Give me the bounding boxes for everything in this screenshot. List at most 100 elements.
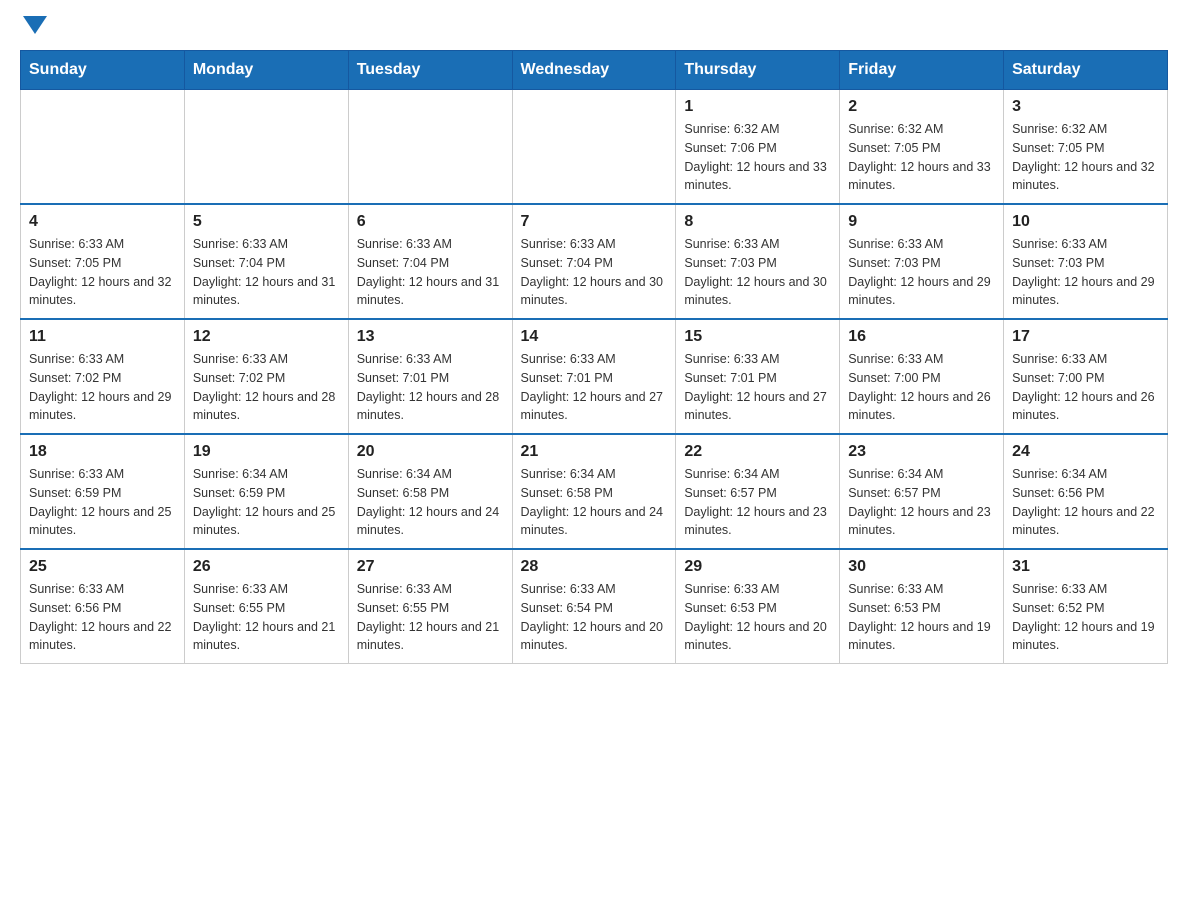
day-number: 16 bbox=[848, 328, 995, 346]
day-number: 1 bbox=[684, 98, 831, 116]
calendar-cell: 14Sunrise: 6:33 AMSunset: 7:01 PMDayligh… bbox=[512, 319, 676, 434]
calendar-cell: 8 Sunrise: 6:33 AMSunset: 7:03 PMDaylight… bbox=[676, 204, 840, 319]
calendar-cell: 10 Sunrise: 6:33 AMSunset: 7:03 PMDayligh… bbox=[1004, 204, 1168, 319]
day-info: Sunrise: 6:33 AMSunset: 7:01 PMDaylight:… bbox=[357, 350, 504, 425]
calendar-cell: 23 Sunrise: 6:34 AMSunset: 6:57 PMDayligh… bbox=[840, 434, 1004, 549]
page-header bbox=[20, 20, 1168, 30]
week-row-3: 11 Sunrise: 6:33 AMSunset: 7:02 PMDayligh… bbox=[21, 319, 1168, 434]
calendar-cell: 31 Sunrise: 6:33 AMSunset: 6:52 PMDayligh… bbox=[1004, 549, 1168, 664]
day-info: Sunrise: 6:33 AMSunset: 7:00 PMDaylight:… bbox=[1012, 350, 1159, 425]
day-info: Sunrise: 6:33 AMSunset: 7:03 PMDaylight:… bbox=[684, 235, 831, 310]
calendar-cell: 5 Sunrise: 6:33 AMSunset: 7:04 PMDaylight… bbox=[184, 204, 348, 319]
day-info: Sunrise: 6:33 AMSunset: 7:05 PMDaylight:… bbox=[29, 235, 176, 310]
day-number: 3 bbox=[1012, 98, 1159, 116]
day-info: Sunrise: 6:34 AMSunset: 6:58 PMDaylight:… bbox=[521, 465, 668, 540]
calendar-cell: 28 Sunrise: 6:33 AMSunset: 6:54 PMDayligh… bbox=[512, 549, 676, 664]
day-info: Sunrise: 6:34 AMSunset: 6:56 PMDaylight:… bbox=[1012, 465, 1159, 540]
day-info: Sunrise: 6:32 AMSunset: 7:05 PMDaylight:… bbox=[848, 120, 995, 195]
calendar-cell: 16 Sunrise: 6:33 AMSunset: 7:00 PMDayligh… bbox=[840, 319, 1004, 434]
day-info: Sunrise: 6:33 AMSunset: 6:52 PMDaylight:… bbox=[1012, 580, 1159, 655]
calendar-cell: 30Sunrise: 6:33 AMSunset: 6:53 PMDayligh… bbox=[840, 549, 1004, 664]
day-info: Sunrise: 6:32 AMSunset: 7:06 PMDaylight:… bbox=[684, 120, 831, 195]
day-info: Sunrise: 6:33 AMSunset: 6:53 PMDaylight:… bbox=[684, 580, 831, 655]
day-number: 2 bbox=[848, 98, 995, 116]
calendar-cell: 20Sunrise: 6:34 AMSunset: 6:58 PMDayligh… bbox=[348, 434, 512, 549]
day-number: 7 bbox=[521, 213, 668, 231]
day-number: 6 bbox=[357, 213, 504, 231]
calendar-cell: 19 Sunrise: 6:34 AMSunset: 6:59 PMDayligh… bbox=[184, 434, 348, 549]
day-info: Sunrise: 6:33 AMSunset: 7:01 PMDaylight:… bbox=[521, 350, 668, 425]
day-number: 15 bbox=[684, 328, 831, 346]
day-number: 4 bbox=[29, 213, 176, 231]
day-info: Sunrise: 6:34 AMSunset: 6:57 PMDaylight:… bbox=[848, 465, 995, 540]
day-info: Sunrise: 6:33 AMSunset: 6:53 PMDaylight:… bbox=[848, 580, 995, 655]
day-number: 27 bbox=[357, 558, 504, 576]
calendar-cell: 17Sunrise: 6:33 AMSunset: 7:00 PMDayligh… bbox=[1004, 319, 1168, 434]
calendar-header-saturday: Saturday bbox=[1004, 51, 1168, 90]
logo-triangle-icon bbox=[23, 16, 47, 34]
calendar-cell: 7 Sunrise: 6:33 AMSunset: 7:04 PMDaylight… bbox=[512, 204, 676, 319]
calendar-cell: 29Sunrise: 6:33 AMSunset: 6:53 PMDayligh… bbox=[676, 549, 840, 664]
calendar-cell: 11 Sunrise: 6:33 AMSunset: 7:02 PMDayligh… bbox=[21, 319, 185, 434]
day-info: Sunrise: 6:33 AMSunset: 6:55 PMDaylight:… bbox=[357, 580, 504, 655]
day-number: 10 bbox=[1012, 213, 1159, 231]
calendar-cell: 12 Sunrise: 6:33 AMSunset: 7:02 PMDayligh… bbox=[184, 319, 348, 434]
day-info: Sunrise: 6:32 AMSunset: 7:05 PMDaylight:… bbox=[1012, 120, 1159, 195]
day-info: Sunrise: 6:33 AMSunset: 6:55 PMDaylight:… bbox=[193, 580, 340, 655]
day-number: 26 bbox=[193, 558, 340, 576]
calendar-table: SundayMondayTuesdayWednesdayThursdayFrid… bbox=[20, 50, 1168, 664]
day-info: Sunrise: 6:34 AMSunset: 6:57 PMDaylight:… bbox=[684, 465, 831, 540]
day-number: 13 bbox=[357, 328, 504, 346]
day-number: 25 bbox=[29, 558, 176, 576]
calendar-cell: 26 Sunrise: 6:33 AMSunset: 6:55 PMDayligh… bbox=[184, 549, 348, 664]
day-number: 11 bbox=[29, 328, 176, 346]
calendar-cell bbox=[348, 90, 512, 205]
day-number: 9 bbox=[848, 213, 995, 231]
day-number: 8 bbox=[684, 213, 831, 231]
calendar-cell: 9 Sunrise: 6:33 AMSunset: 7:03 PMDaylight… bbox=[840, 204, 1004, 319]
week-row-4: 18 Sunrise: 6:33 AMSunset: 6:59 PMDayligh… bbox=[21, 434, 1168, 549]
day-number: 18 bbox=[29, 443, 176, 461]
day-info: Sunrise: 6:33 AMSunset: 7:04 PMDaylight:… bbox=[521, 235, 668, 310]
calendar-cell: 15 Sunrise: 6:33 AMSunset: 7:01 PMDayligh… bbox=[676, 319, 840, 434]
calendar-header-row: SundayMondayTuesdayWednesdayThursdayFrid… bbox=[21, 51, 1168, 90]
day-number: 5 bbox=[193, 213, 340, 231]
day-info: Sunrise: 6:33 AMSunset: 7:02 PMDaylight:… bbox=[29, 350, 176, 425]
calendar-cell: 25Sunrise: 6:33 AMSunset: 6:56 PMDayligh… bbox=[21, 549, 185, 664]
week-row-5: 25Sunrise: 6:33 AMSunset: 6:56 PMDayligh… bbox=[21, 549, 1168, 664]
day-number: 28 bbox=[521, 558, 668, 576]
calendar-header-monday: Monday bbox=[184, 51, 348, 90]
day-info: Sunrise: 6:33 AMSunset: 7:01 PMDaylight:… bbox=[684, 350, 831, 425]
day-info: Sunrise: 6:33 AMSunset: 7:04 PMDaylight:… bbox=[357, 235, 504, 310]
day-info: Sunrise: 6:33 AMSunset: 7:03 PMDaylight:… bbox=[1012, 235, 1159, 310]
calendar-cell: 2 Sunrise: 6:32 AMSunset: 7:05 PMDaylight… bbox=[840, 90, 1004, 205]
day-info: Sunrise: 6:33 AMSunset: 7:04 PMDaylight:… bbox=[193, 235, 340, 310]
day-number: 31 bbox=[1012, 558, 1159, 576]
calendar-header-friday: Friday bbox=[840, 51, 1004, 90]
calendar-cell: 24 Sunrise: 6:34 AMSunset: 6:56 PMDayligh… bbox=[1004, 434, 1168, 549]
day-number: 19 bbox=[193, 443, 340, 461]
day-number: 24 bbox=[1012, 443, 1159, 461]
calendar-cell: 22 Sunrise: 6:34 AMSunset: 6:57 PMDayligh… bbox=[676, 434, 840, 549]
day-info: Sunrise: 6:34 AMSunset: 6:59 PMDaylight:… bbox=[193, 465, 340, 540]
day-number: 21 bbox=[521, 443, 668, 461]
calendar-header-wednesday: Wednesday bbox=[512, 51, 676, 90]
calendar-cell: 4 Sunrise: 6:33 AMSunset: 7:05 PMDaylight… bbox=[21, 204, 185, 319]
calendar-cell bbox=[184, 90, 348, 205]
day-info: Sunrise: 6:33 AMSunset: 7:00 PMDaylight:… bbox=[848, 350, 995, 425]
day-number: 23 bbox=[848, 443, 995, 461]
calendar-cell: 6 Sunrise: 6:33 AMSunset: 7:04 PMDaylight… bbox=[348, 204, 512, 319]
day-info: Sunrise: 6:33 AMSunset: 6:54 PMDaylight:… bbox=[521, 580, 668, 655]
calendar-header-tuesday: Tuesday bbox=[348, 51, 512, 90]
calendar-cell: 27 Sunrise: 6:33 AMSunset: 6:55 PMDayligh… bbox=[348, 549, 512, 664]
calendar-cell: 3 Sunrise: 6:32 AMSunset: 7:05 PMDaylight… bbox=[1004, 90, 1168, 205]
calendar-cell: 21 Sunrise: 6:34 AMSunset: 6:58 PMDayligh… bbox=[512, 434, 676, 549]
day-info: Sunrise: 6:33 AMSunset: 7:03 PMDaylight:… bbox=[848, 235, 995, 310]
day-info: Sunrise: 6:33 AMSunset: 6:59 PMDaylight:… bbox=[29, 465, 176, 540]
day-number: 22 bbox=[684, 443, 831, 461]
calendar-cell: 13 Sunrise: 6:33 AMSunset: 7:01 PMDayligh… bbox=[348, 319, 512, 434]
day-number: 12 bbox=[193, 328, 340, 346]
day-info: Sunrise: 6:33 AMSunset: 7:02 PMDaylight:… bbox=[193, 350, 340, 425]
calendar-cell: 1 Sunrise: 6:32 AMSunset: 7:06 PMDaylight… bbox=[676, 90, 840, 205]
calendar-header-sunday: Sunday bbox=[21, 51, 185, 90]
